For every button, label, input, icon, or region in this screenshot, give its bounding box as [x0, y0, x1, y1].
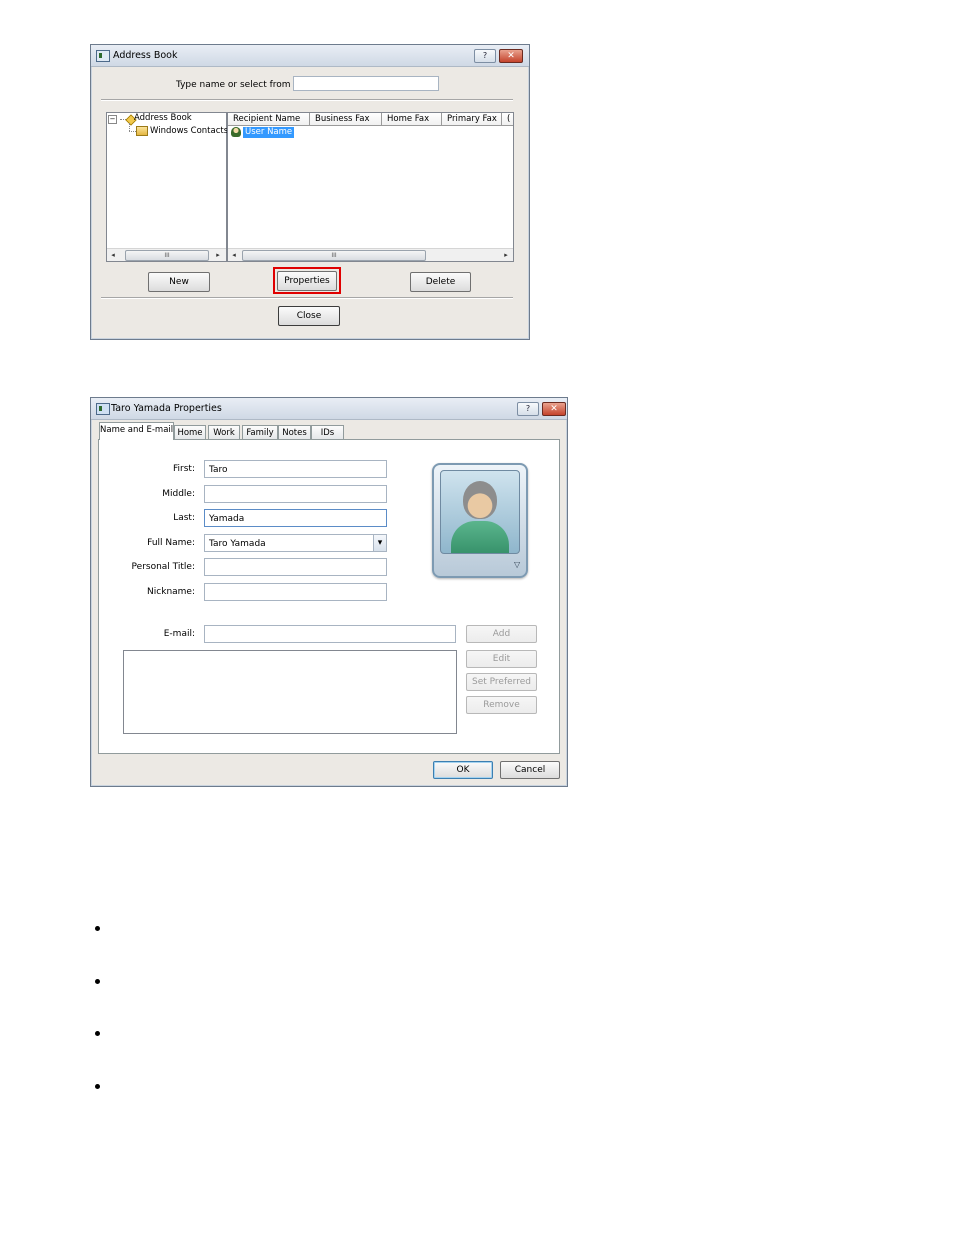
bullet-point	[95, 1031, 100, 1036]
properties-titlebar[interactable]: Taro Yamada Properties ? ✕	[91, 398, 567, 420]
cancel-button[interactable]: Cancel	[500, 761, 560, 779]
tab-ids[interactable]: IDs	[311, 425, 344, 440]
close-window-button[interactable]: ✕	[499, 49, 523, 63]
column-header-business-fax[interactable]: Business Fax	[310, 113, 382, 126]
cancel-button-label: Cancel	[514, 765, 546, 775]
set-preferred-button[interactable]: Set Preferred	[466, 673, 537, 691]
close-window-button[interactable]: ✕	[542, 402, 566, 416]
add-email-button[interactable]: Add	[466, 625, 537, 643]
edit-email-button[interactable]: Edit	[466, 650, 537, 668]
tree-line	[129, 131, 136, 132]
edit-email-button-label: Edit	[492, 654, 511, 664]
full-name-select[interactable]: Taro Yamada ▾	[204, 534, 387, 552]
picture-options-chevron-icon[interactable]: ▽	[514, 560, 520, 569]
address-book-app-icon	[96, 50, 110, 62]
tab-home[interactable]: Home	[174, 425, 206, 440]
personal-title-input[interactable]	[204, 558, 387, 576]
address-book-window: Address Book ? ✕ Type name or select fro…	[90, 44, 530, 340]
tab-name-and-email[interactable]: Name and E-mail	[99, 422, 174, 440]
delete-button-label: Delete	[425, 277, 456, 287]
email-list[interactable]	[123, 650, 457, 734]
close-button[interactable]: Close	[278, 306, 340, 326]
scroll-left-icon[interactable]: ◂	[229, 250, 239, 260]
scroll-right-icon[interactable]: ▸	[501, 250, 511, 260]
properties-app-icon	[96, 403, 110, 415]
middle-name-input[interactable]	[204, 485, 387, 503]
first-label: First:	[173, 464, 195, 474]
contact-silhouette-icon	[440, 470, 520, 554]
recipient-list-panel: Recipient Name Business Fax Home Fax Pri…	[227, 112, 514, 262]
avatar-body	[451, 521, 509, 553]
column-header-recipient-name[interactable]: Recipient Name	[228, 113, 310, 126]
properties-button-label: Properties	[284, 276, 330, 286]
address-book-titlebar[interactable]: Address Book ? ✕	[91, 45, 529, 67]
bullet-point	[95, 979, 100, 984]
column-header-home-fax[interactable]: Home Fax	[382, 113, 442, 126]
personal-title-label: Personal Title:	[131, 562, 195, 572]
divider	[101, 297, 513, 299]
add-email-button-label: Add	[492, 629, 511, 639]
scroll-left-icon[interactable]: ◂	[108, 250, 118, 260]
scroll-right-icon[interactable]: ▸	[213, 250, 223, 260]
nickname-label: Nickname:	[147, 587, 195, 597]
tree-line	[129, 123, 130, 131]
contact-picture-frame[interactable]: ▽	[432, 463, 528, 578]
set-preferred-button-label: Set Preferred	[472, 677, 531, 687]
tab-page: First: Taro Middle: Last: Yamada Full Na…	[98, 439, 560, 754]
address-book-title: Address Book	[113, 50, 178, 61]
tree-item-address-book[interactable]: Address Book	[134, 113, 192, 123]
properties-button[interactable]: Properties	[277, 271, 337, 291]
divider	[101, 99, 513, 101]
folder-tree-panel: − Address Book Windows Contacts ◂ III ▸	[106, 112, 228, 262]
list-horizontal-scrollbar[interactable]: ◂ III ▸	[228, 248, 513, 261]
close-button-label: Close	[296, 311, 322, 321]
windows-contacts-folder-icon	[136, 126, 148, 136]
remove-email-button[interactable]: Remove	[466, 696, 537, 714]
properties-title: Taro Yamada Properties	[111, 403, 222, 414]
bullet-point	[95, 926, 100, 931]
last-label: Last:	[173, 513, 195, 523]
help-button[interactable]: ?	[474, 49, 496, 63]
help-button[interactable]: ?	[517, 402, 539, 416]
avatar-head	[463, 481, 497, 519]
scrollbar-thumb[interactable]: III	[125, 250, 209, 261]
properties-window: Taro Yamada Properties ? ✕ Name and E-ma…	[90, 397, 568, 787]
full-name-value: Taro Yamada	[209, 539, 266, 549]
tab-notes[interactable]: Notes	[278, 425, 311, 440]
tree-item-windows-contacts[interactable]: Windows Contacts	[150, 126, 228, 136]
tab-family[interactable]: Family	[242, 425, 278, 440]
tab-work[interactable]: Work	[208, 425, 240, 440]
middle-label: Middle:	[162, 489, 195, 499]
new-button-label: New	[169, 277, 189, 287]
tree-horizontal-scrollbar[interactable]: ◂ III ▸	[107, 248, 226, 261]
delete-button[interactable]: Delete	[410, 272, 471, 292]
chevron-down-icon[interactable]: ▾	[373, 535, 386, 551]
first-name-input[interactable]: Taro	[204, 460, 387, 478]
ok-button-label: OK	[456, 765, 470, 775]
search-label: Type name or select from list:	[176, 80, 310, 90]
new-button[interactable]: New	[148, 272, 210, 292]
email-label: E-mail:	[163, 629, 195, 639]
recipient-name-cell: User Name	[243, 127, 295, 138]
column-header-primary-fax[interactable]: Primary Fax	[442, 113, 502, 126]
full-name-label: Full Name:	[147, 538, 195, 548]
scrollbar-thumb[interactable]: III	[242, 250, 426, 261]
email-input[interactable]	[204, 625, 456, 643]
last-name-input[interactable]: Yamada	[204, 509, 387, 527]
search-input[interactable]	[293, 76, 439, 91]
contact-person-icon	[231, 127, 241, 137]
ok-button[interactable]: OK	[433, 761, 493, 779]
bullet-point	[95, 1084, 100, 1089]
column-header-overflow[interactable]: (	[502, 113, 513, 126]
nickname-input[interactable]	[204, 583, 387, 601]
remove-email-button-label: Remove	[483, 700, 520, 710]
tree-expander-icon[interactable]: −	[108, 115, 117, 124]
